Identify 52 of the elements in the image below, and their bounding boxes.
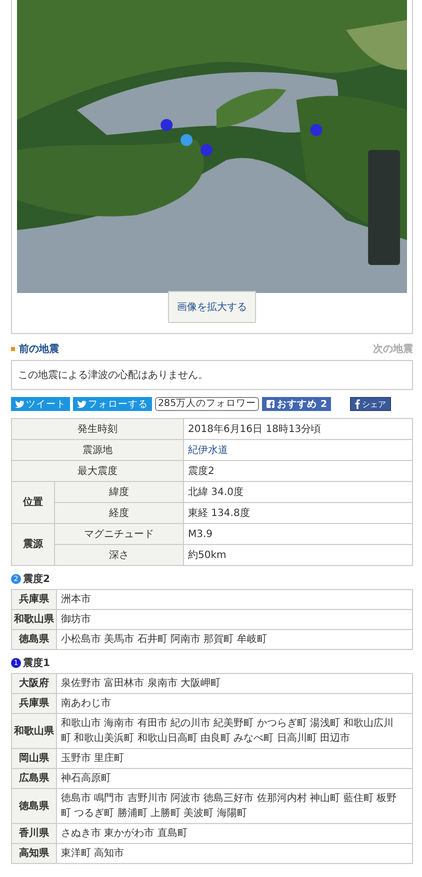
twitter-button[interactable]: ツイート — [11, 397, 70, 411]
table-cell: 震度2 — [184, 460, 412, 482]
twitter-button[interactable]: フォローする — [73, 397, 152, 411]
cities-cell: 小松島市 美馬市 石井町 阿南市 那賀町 牟岐町 — [56, 630, 412, 650]
follower-count: 285万人のフォロワー — [155, 397, 260, 411]
cities-cell: さぬき市 東かがわ市 直島町 — [56, 824, 412, 844]
bird-icon — [77, 400, 86, 408]
table-cell: 約50km — [184, 544, 412, 566]
table-cell: 東経 134.8度 — [184, 502, 412, 524]
cities-cell: 洲本市 — [56, 590, 412, 610]
bird-icon — [15, 400, 24, 408]
table-header-cell: 緯度 — [54, 482, 184, 502]
table-header-cell: 最大震度 — [12, 460, 184, 482]
prefecture-cell: 兵庫県 — [12, 590, 56, 610]
cities-cell: 泉佐野市 富田林市 泉南市 大阪岬町 — [56, 674, 412, 694]
section-title: 震度2 — [23, 572, 50, 586]
prefecture-cell: 徳島県 — [12, 788, 56, 824]
prefecture-cell: 和歌山県 — [12, 610, 56, 630]
cities-cell: 玉野市 里庄町 — [56, 748, 412, 768]
cities-cell: 徳島市 鳴門市 吉野川市 阿波市 徳島三好市 佐那河内村 神山町 藍住町 板野町 つるぎ町 勝浦町 上勝町 美波町 海陽町 — [56, 788, 412, 824]
prefecture-cell: 岡山県 — [12, 748, 56, 768]
cities-cell: 神石高原町 — [56, 768, 412, 788]
prefecture-cell: 大阪府 — [12, 674, 56, 694]
section-title: 震度1 — [23, 656, 50, 670]
prefecture-cell: 和歌山県 — [12, 714, 56, 748]
table-header-cell: マグニチュード — [54, 524, 184, 544]
table-header-cell: 位置 — [12, 482, 54, 524]
prefecture-cell: 徳島県 — [12, 630, 56, 650]
prefecture-cell: 高知県 — [12, 844, 56, 864]
table-cell: 2018年6月16日 18時13分頃 — [184, 418, 412, 440]
facebook-share-button[interactable]: シェア — [350, 397, 392, 411]
facebook-icon — [355, 399, 360, 409]
prefecture-cell: 広島県 — [12, 768, 56, 788]
cities-cell: 御坊市 — [56, 610, 412, 630]
cities-cell: 東洋町 高知市 — [56, 844, 412, 864]
prefecture-cell: 兵庫県 — [12, 694, 56, 714]
enlarge-image-button[interactable]: 画像を拡大する — [168, 291, 256, 323]
table-header-cell: 深さ — [54, 544, 184, 566]
previous-earthquake-link[interactable]: 前の地震 — [11, 342, 59, 356]
table-cell: M3.9 — [184, 524, 412, 544]
table-cell: 紀伊水道 — [184, 440, 412, 460]
tsunami-message: この地震による津波の心配はありません。 — [11, 360, 413, 390]
table-header-cell: 震源 — [12, 524, 54, 566]
facebook-icon — [266, 400, 276, 408]
cities-cell: 南あわじ市 — [56, 694, 412, 714]
prefecture-cell: 香川県 — [12, 824, 56, 844]
table-header-cell: 経度 — [54, 502, 184, 524]
table-header-cell: 発生時刻 — [12, 418, 184, 440]
facebook-recommend-button[interactable]: おすすめ 2 — [262, 397, 332, 411]
table-header-cell: 震源地 — [12, 440, 184, 460]
cities-cell: 和歌山市 海南市 有田市 紀の川市 紀美野町 かつらぎ町 湯浅町 和歌山広川町 和歌山美浜町 和歌山日高町 由良町 みなべ町 日高川町 田辺市 — [56, 714, 412, 748]
table-cell: 北緯 34.0度 — [184, 482, 412, 502]
